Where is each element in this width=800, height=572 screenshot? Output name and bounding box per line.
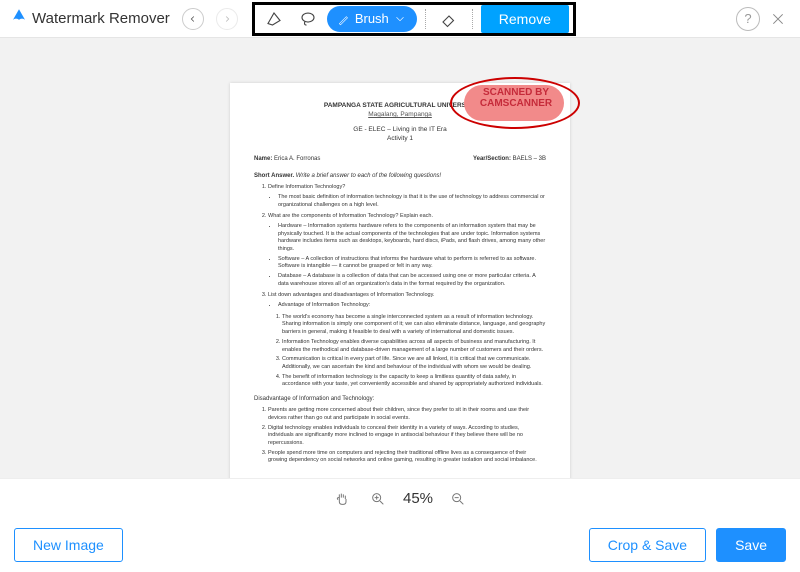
crop-save-button[interactable]: Crop & Save (589, 528, 706, 562)
tool-group: Brush Remove (252, 2, 576, 36)
pan-tool[interactable] (331, 488, 353, 510)
document-preview: SCANNED BYCAMSCANNER PAMPANGA STATE AGRI… (230, 83, 570, 478)
remove-button[interactable]: Remove (481, 5, 569, 33)
app-title: Watermark Remover (32, 10, 170, 27)
watermark-selection[interactable]: SCANNED BYCAMSCANNER (450, 75, 600, 131)
new-image-button[interactable]: New Image (14, 528, 123, 562)
app-logo: Watermark Remover (10, 7, 170, 30)
canvas-area[interactable]: SCANNED BYCAMSCANNER PAMPANGA STATE AGRI… (0, 38, 800, 478)
divider (472, 9, 473, 29)
close-button[interactable] (766, 7, 790, 31)
eraser-tool[interactable] (434, 6, 464, 32)
brush-tool-dropdown[interactable]: Brush (327, 6, 417, 32)
chevron-down-icon (393, 12, 407, 26)
save-button[interactable]: Save (716, 528, 786, 562)
lasso-tool[interactable] (293, 6, 323, 32)
zoom-value: 45% (403, 490, 433, 507)
zoom-in-button[interactable] (367, 488, 389, 510)
polygon-select-tool[interactable] (259, 6, 289, 32)
zoom-bar: 45% (0, 478, 800, 518)
brush-label: Brush (355, 11, 389, 26)
bottom-bar: New Image Crop & Save Save (0, 518, 800, 572)
help-button[interactable]: ? (736, 7, 760, 31)
divider (425, 9, 426, 29)
logo-icon (10, 7, 28, 30)
redo-button (216, 8, 238, 30)
zoom-out-button[interactable] (447, 488, 469, 510)
undo-button[interactable] (182, 8, 204, 30)
